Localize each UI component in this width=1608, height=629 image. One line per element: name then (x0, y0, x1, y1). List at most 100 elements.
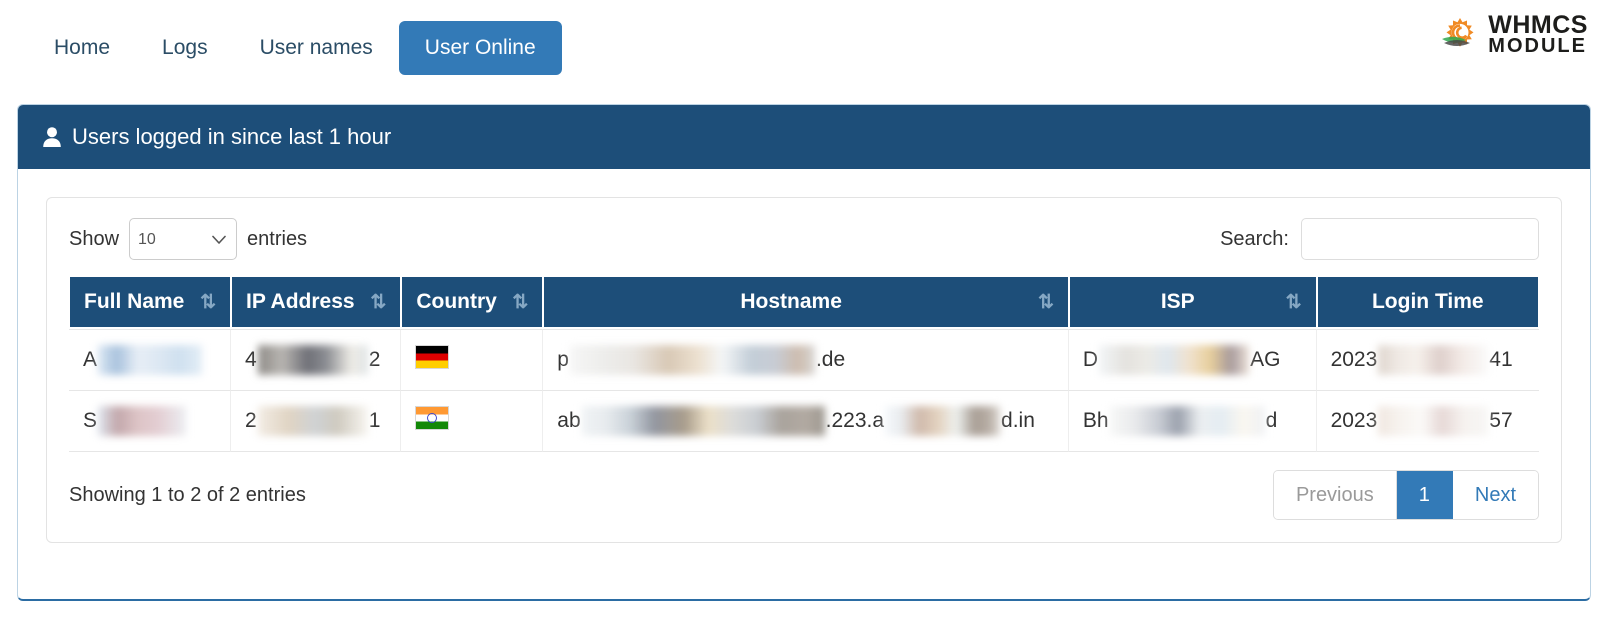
search-control: Search: (1220, 218, 1539, 260)
sort-updown-icon: ⇅ (200, 291, 217, 313)
column-label-login-time: Login Time (1371, 290, 1484, 313)
redacted-block (98, 406, 187, 436)
hostname-visible-prefix: ab (557, 409, 581, 432)
nav-item-home[interactable]: Home (28, 21, 136, 74)
nav-list: Home Logs User names User Online (28, 21, 562, 75)
nav-item-user-names[interactable]: User names (234, 21, 399, 74)
app-root: Home Logs User names User Online WHMCS M… (0, 0, 1608, 629)
hostname-visible-suffix: d.in (1001, 409, 1035, 432)
cell-full-name: S (69, 391, 232, 452)
cell-hostname: ab .223.a d.in (543, 391, 1069, 452)
ip-visible-prefix: 4 (245, 348, 257, 371)
redacted-block (885, 406, 1001, 436)
pagination-previous[interactable]: Previous (1273, 471, 1397, 519)
hostname-visible-mid: .223.a (825, 409, 885, 432)
sort-updown-icon: ⇅ (1285, 291, 1302, 313)
search-label: Search: (1220, 227, 1289, 250)
ip-visible-prefix: 2 (245, 409, 257, 432)
cell-full-name: A (69, 329, 232, 391)
search-input[interactable] (1301, 218, 1539, 260)
flag-germany-icon (415, 345, 450, 369)
cell-hostname: p .de (543, 329, 1069, 391)
ip-visible-suffix: 1 (368, 409, 381, 432)
redacted-block (581, 406, 825, 436)
redacted-block (257, 345, 368, 375)
datatable-footer: Showing 1 to 2 of 2 entries Previous 1 N… (69, 470, 1539, 520)
column-header-isp[interactable]: ISP ⇅ (1068, 276, 1317, 329)
isp-visible-prefix: Bh (1082, 409, 1109, 432)
redacted-block (1378, 406, 1489, 436)
column-label-ip-address: IP Address (246, 290, 355, 313)
time-visible-suffix: 57 (1489, 409, 1513, 432)
full-name-visible-prefix: A (83, 348, 98, 371)
column-header-full-name[interactable]: Full Name ⇅ (69, 276, 232, 329)
logo-line-2: MODULE (1488, 35, 1587, 58)
logo-wordmark: WHMCS MODULE (1488, 10, 1588, 58)
table-body: A 4 2 p .de D AG 2023 41 S 2 1 ab .223.a… (69, 329, 1539, 452)
table-header-row: Full Name ⇅ IP Address ⇅ Country ⇅ Hostn… (69, 276, 1539, 329)
logo-line-1: WHMCS (1488, 10, 1588, 39)
redacted-block (98, 345, 203, 375)
hostname-visible-prefix: p (557, 348, 569, 371)
redacted-block (1378, 345, 1489, 375)
show-label: Show (69, 227, 120, 250)
column-label-full-name: Full Name (84, 290, 185, 313)
redacted-block (1109, 406, 1265, 436)
isp-visible-suffix: d (1265, 409, 1278, 432)
brand-logo: WHMCS MODULE (1378, 12, 1588, 58)
cell-ip-address: 2 1 (231, 391, 402, 452)
column-header-ip-address[interactable]: IP Address ⇅ (231, 276, 402, 329)
pagination: Previous 1 Next (1272, 470, 1539, 520)
cell-login-time: 2023 41 (1316, 329, 1539, 391)
user-icon (42, 126, 62, 148)
flag-india-icon (415, 406, 450, 430)
time-visible-suffix: 41 (1489, 348, 1513, 371)
column-label-isp: ISP (1160, 290, 1195, 313)
column-header-hostname[interactable]: Hostname ⇅ (543, 276, 1069, 329)
table-row[interactable]: A 4 2 p .de D AG 2023 41 (69, 329, 1539, 391)
full-name-visible-prefix: S (83, 409, 98, 432)
nav-item-logs[interactable]: Logs (136, 21, 234, 74)
time-visible-prefix: 2023 (1330, 409, 1378, 432)
cell-isp: D AG (1068, 329, 1317, 391)
hostname-visible-mid: .de (815, 348, 846, 371)
sort-updown-icon: ⇅ (512, 291, 529, 313)
column-label-hostname: Hostname (740, 290, 842, 313)
cell-ip-address: 4 2 (231, 329, 402, 391)
ip-visible-suffix: 2 (368, 348, 381, 371)
datatable-card: Show 10 entries Search: Full Name ⇅ IP A… (46, 197, 1562, 543)
table-head: Full Name ⇅ IP Address ⇅ Country ⇅ Hostn… (69, 276, 1539, 329)
entries-info: Showing 1 to 2 of 2 entries (69, 483, 306, 506)
top-navigation: Home Logs User names User Online WHMCS M… (0, 0, 1608, 96)
time-visible-prefix: 2023 (1330, 348, 1378, 371)
entries-label: entries (247, 227, 308, 250)
entries-select-wrap: 10 (129, 218, 238, 260)
entries-select[interactable]: 10 (129, 218, 238, 260)
panel-body: Show 10 entries Search: Full Name ⇅ IP A… (18, 169, 1590, 543)
cell-country (401, 391, 544, 452)
nav-item-user-online[interactable]: User Online (398, 21, 562, 75)
redacted-block (569, 345, 815, 375)
column-header-login-time[interactable]: Login Time (1316, 276, 1539, 329)
cell-login-time: 2023 57 (1316, 391, 1539, 452)
cell-country (401, 329, 544, 391)
datatable-controls: Show 10 entries Search: (69, 218, 1539, 260)
column-label-country: Country (416, 290, 497, 313)
users-online-panel: Users logged in since last 1 hour Show 1… (17, 104, 1591, 601)
entries-length-control: Show 10 entries (69, 218, 307, 260)
redacted-block (1099, 345, 1250, 375)
users-online-table: Full Name ⇅ IP Address ⇅ Country ⇅ Hostn… (69, 276, 1539, 452)
sort-updown-icon: ⇅ (370, 291, 387, 313)
isp-visible-suffix: AG (1250, 348, 1281, 371)
panel-header: Users logged in since last 1 hour (18, 105, 1590, 169)
table-row[interactable]: S 2 1 ab .223.a d.in Bh d 2023 57 (69, 391, 1539, 452)
column-header-country[interactable]: Country ⇅ (401, 276, 544, 329)
sort-updown-icon: ⇅ (1037, 291, 1054, 313)
redacted-block (257, 406, 368, 436)
isp-visible-prefix: D (1082, 348, 1099, 371)
pagination-next[interactable]: Next (1452, 471, 1538, 519)
panel-title: Users logged in since last 1 hour (72, 124, 392, 149)
gear-sun-icon (1440, 13, 1482, 58)
cell-isp: Bh d (1068, 391, 1317, 452)
pagination-page-1[interactable]: 1 (1396, 471, 1453, 519)
